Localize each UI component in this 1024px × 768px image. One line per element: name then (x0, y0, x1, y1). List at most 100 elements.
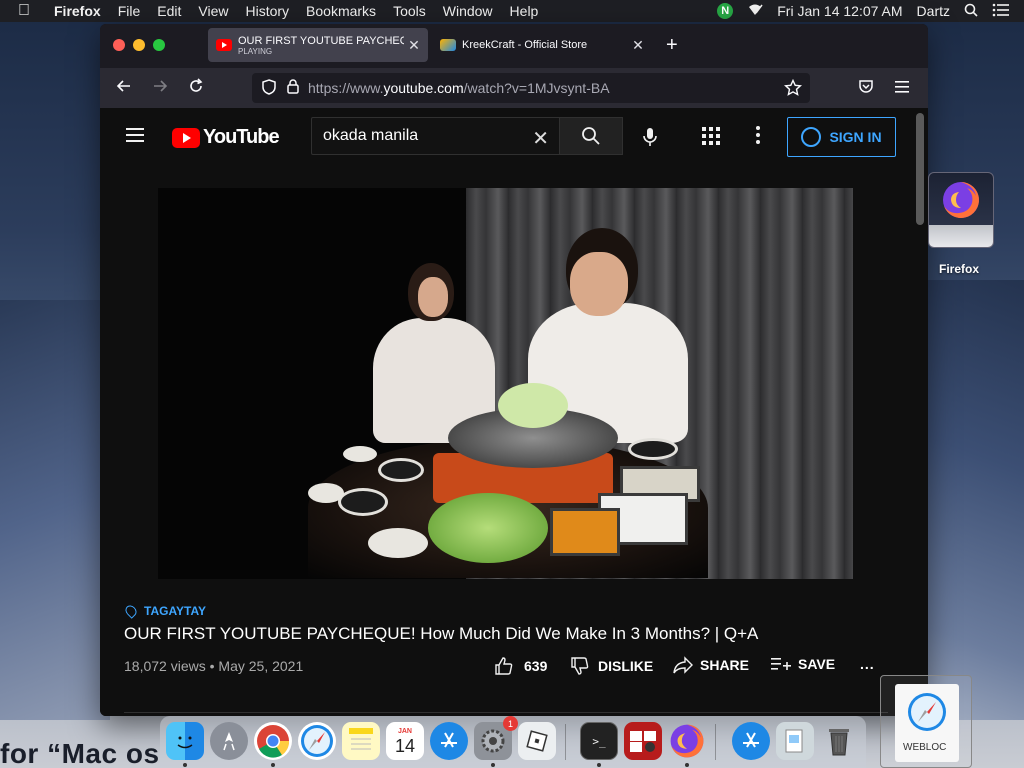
dock-separator (565, 724, 566, 760)
kreekcraft-favicon-icon (440, 39, 456, 51)
menu-help[interactable]: Help (510, 3, 539, 19)
video-lettuce (428, 493, 548, 563)
settings-more-icon[interactable] (756, 126, 760, 146)
pocket-icon[interactable] (854, 76, 878, 100)
desktop-webloc-file[interactable]: WEBLOC (880, 675, 972, 768)
app-menu-hamburger-icon[interactable] (890, 76, 914, 100)
firefox-dock-icon[interactable] (668, 722, 706, 760)
save-label: SAVE (798, 656, 836, 672)
video-plate (308, 483, 344, 503)
tab-youtube-video[interactable]: OUR FIRST YOUTUBE PAYCHEQUE! How Much Di… (208, 28, 428, 62)
preview-documents-icon[interactable] (776, 722, 814, 760)
notification-badge: 1 (503, 716, 518, 731)
menubar-clock[interactable]: Fri Jan 14 12:07 AM (777, 3, 902, 19)
tracking-protection-shield-icon[interactable] (260, 79, 278, 97)
clear-search-icon[interactable]: ✕ (532, 126, 549, 151)
app-store-icon[interactable] (430, 722, 468, 760)
photo-booth-icon[interactable] (624, 722, 662, 760)
status-n-icon[interactable]: N (717, 3, 734, 19)
video-player[interactable] (158, 188, 853, 579)
bookmark-star-icon[interactable] (783, 78, 803, 100)
add-to-playlist-icon (771, 658, 791, 670)
url-bar[interactable]: https://www. youtube.com/watch?v=1MJvsynt… (252, 73, 810, 103)
zoom-window-button[interactable] (153, 39, 165, 51)
close-window-button[interactable] (113, 39, 125, 51)
app-store-downloads-icon[interactable] (732, 722, 770, 760)
navigation-toolbar: https://www. youtube.com/watch?v=1MJvsynt… (100, 68, 928, 108)
video-tray (550, 508, 620, 556)
running-indicator (685, 763, 689, 767)
video-info-divider (124, 712, 888, 713)
tab-playing-label: PLAYING (238, 46, 273, 56)
share-button[interactable]: SHARE (672, 656, 749, 674)
menu-tools[interactable]: Tools (393, 3, 426, 19)
youtube-header: YouTube okada manila ✕ SIGN IN (100, 108, 912, 164)
menu-view[interactable]: View (198, 3, 228, 19)
video-info: TAGAYTAY OUR FIRST YOUTUBE PAYCHEQUE! Ho… (123, 603, 888, 680)
notes-icon[interactable] (342, 722, 380, 760)
system-preferences-icon[interactable]: 1 (474, 716, 518, 760)
new-tab-button[interactable]: + (666, 34, 678, 57)
safari-icon[interactable] (298, 722, 336, 760)
share-icon (673, 656, 693, 674)
back-button[interactable] (112, 76, 136, 100)
like-count: 639 (524, 658, 548, 674)
menu-app-firefox[interactable]: Firefox (54, 3, 101, 19)
voice-search-button[interactable] (633, 120, 667, 154)
roblox-icon[interactable] (518, 722, 556, 760)
trash-icon[interactable] (820, 722, 858, 760)
more-actions-label: ... (860, 656, 875, 672)
firefox-window: OUR FIRST YOUTUBE PAYCHEQUE! How Much Di… (100, 24, 928, 716)
youtube-page: YouTube okada manila ✕ SIGN IN TAGAYTAY … (100, 108, 928, 716)
firefox-logo-icon (943, 182, 979, 218)
lock-icon[interactable] (284, 79, 302, 97)
url-prefix: https://www. (308, 80, 384, 96)
chrome-icon[interactable] (254, 722, 292, 760)
menu-edit[interactable]: Edit (157, 3, 181, 19)
menubar-user[interactable]: Dartz (917, 3, 950, 19)
guide-menu-icon[interactable] (126, 128, 144, 142)
menu-bookmarks[interactable]: Bookmarks (306, 3, 376, 19)
youtube-apps-icon[interactable] (702, 127, 720, 145)
spotlight-search-icon[interactable] (964, 3, 978, 20)
terminal-icon[interactable]: >_ (580, 722, 618, 760)
video-bowl (338, 488, 388, 516)
dislike-button[interactable]: DISLIKE (570, 656, 653, 676)
sign-in-button[interactable]: SIGN IN (787, 117, 896, 157)
tab-title: KreekCraft - Official Store (462, 39, 588, 51)
scrollbar-thumb[interactable] (916, 113, 924, 225)
more-actions-button[interactable]: ... (860, 656, 875, 672)
apple-icon[interactable]:  (18, 2, 38, 20)
search-icon (582, 127, 600, 145)
tab-kreekcraft-store[interactable]: KreekCraft - Official Store ✕ (432, 28, 652, 62)
like-button[interactable]: 639 (494, 656, 547, 676)
menu-file[interactable]: File (118, 3, 141, 19)
wifi-icon[interactable] (747, 3, 763, 20)
search-button[interactable] (559, 117, 623, 155)
youtube-logo-text: YouTube (203, 126, 280, 148)
calendar-icon[interactable]: JAN 14 (386, 722, 424, 760)
video-bowl (628, 438, 678, 460)
user-account-icon (801, 127, 822, 147)
thumbs-up-icon (495, 657, 513, 675)
reload-button[interactable] (184, 76, 208, 100)
save-button[interactable]: SAVE (770, 656, 835, 672)
menu-window[interactable]: Window (443, 3, 493, 19)
desktop-firefox-disk-icon[interactable] (928, 172, 994, 252)
search-input[interactable]: okada manila ✕ (311, 117, 559, 155)
location-tag[interactable]: TAGAYTAY (123, 603, 888, 619)
youtube-logo[interactable]: YouTube (172, 126, 280, 149)
close-tab-icon[interactable]: ✕ (404, 37, 424, 54)
safari-compass-icon (908, 693, 946, 731)
control-center-icon[interactable] (992, 3, 1010, 20)
location-label: TAGAYTAY (144, 604, 207, 618)
tab-bar: OUR FIRST YOUTUBE PAYCHEQUE! How Much Di… (100, 24, 928, 68)
forward-button[interactable] (148, 76, 172, 100)
minimize-window-button[interactable] (133, 39, 145, 51)
finder-icon[interactable] (166, 722, 204, 760)
close-tab-icon[interactable]: ✕ (628, 37, 648, 54)
webloc-label: WEBLOC (903, 742, 947, 753)
view-count: 18,072 views (124, 658, 206, 674)
menu-history[interactable]: History (245, 3, 289, 19)
launchpad-icon[interactable] (210, 722, 248, 760)
